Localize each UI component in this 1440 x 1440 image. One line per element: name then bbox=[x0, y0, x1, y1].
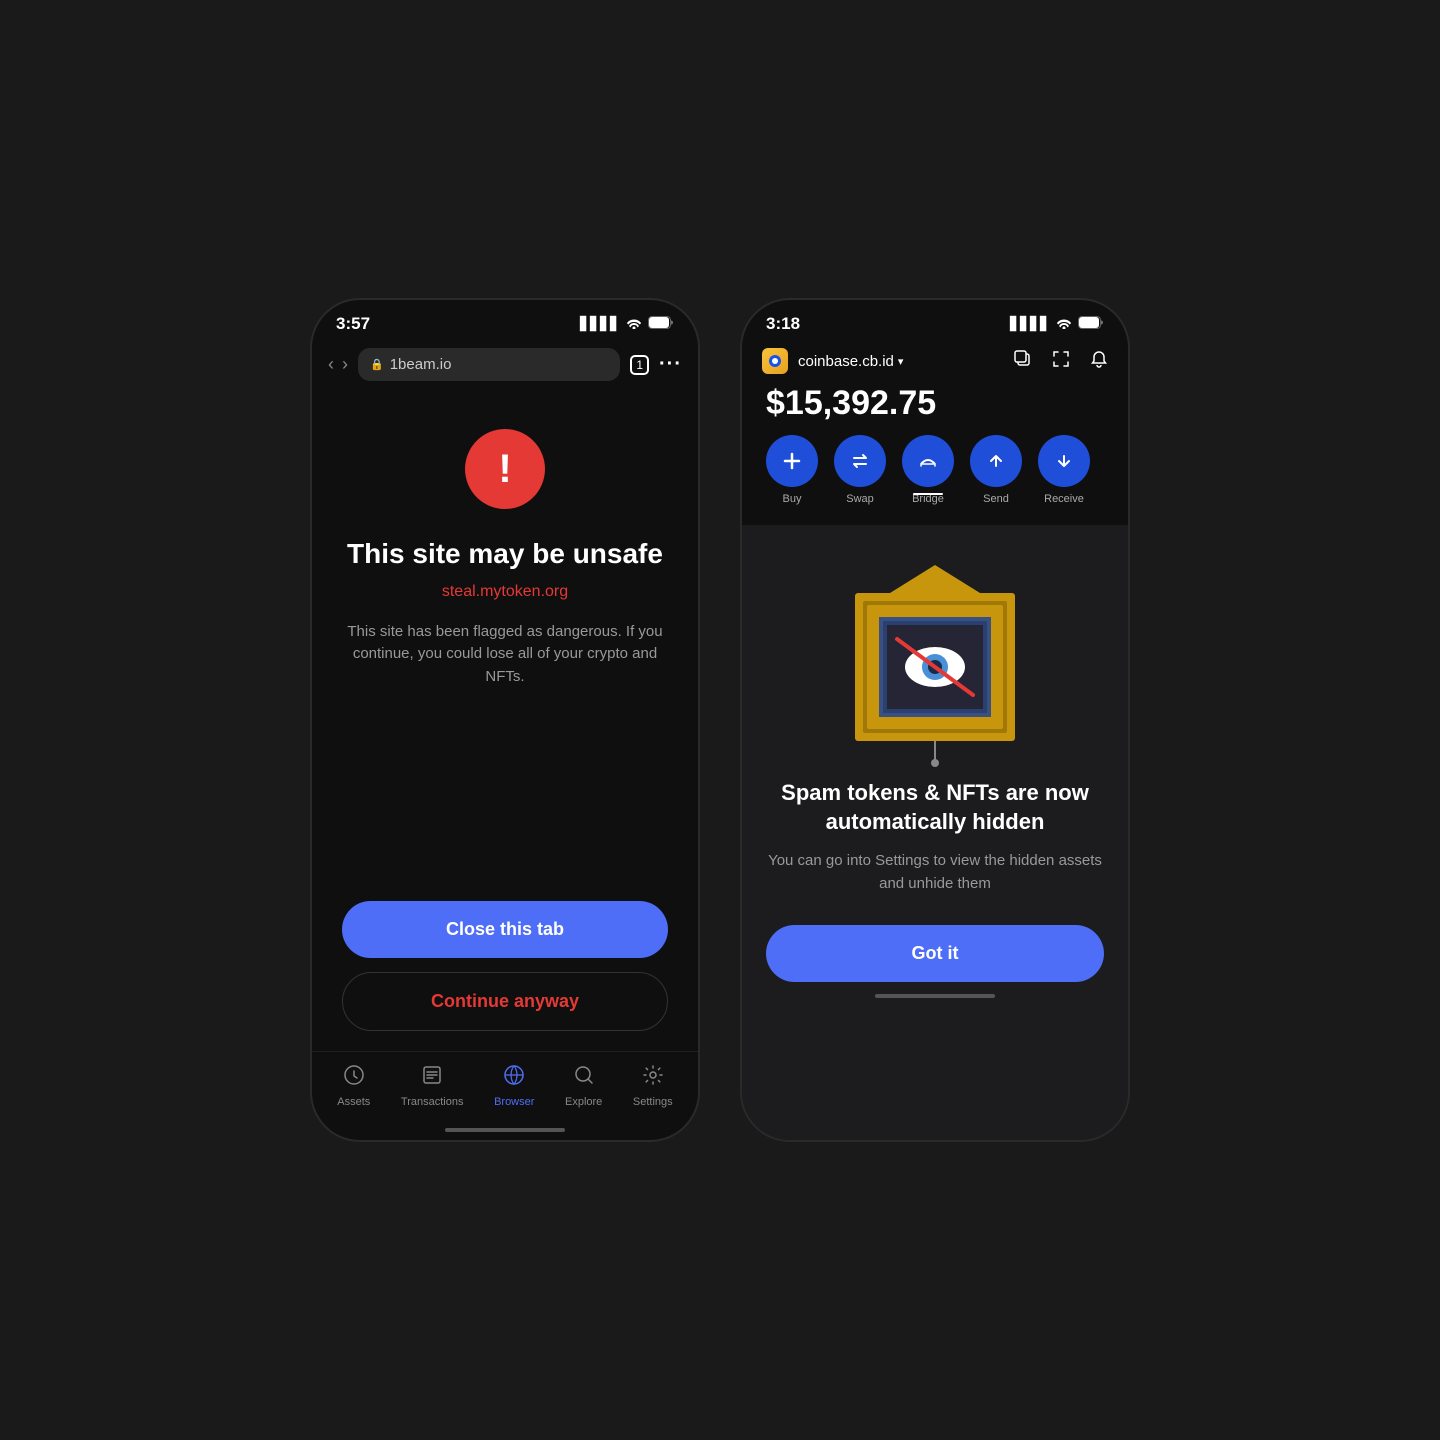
receive-icon bbox=[1038, 435, 1090, 487]
nav-item-transactions[interactable]: Transactions bbox=[401, 1064, 464, 1108]
nav-arrows: ‹ › bbox=[328, 354, 348, 375]
chevron-down-icon: ▾ bbox=[898, 355, 904, 368]
explore-label: Explore bbox=[565, 1096, 602, 1108]
got-it-button[interactable]: Got it bbox=[766, 925, 1104, 982]
home-indicator-2 bbox=[875, 994, 995, 998]
send-label: Send bbox=[983, 493, 1009, 505]
site-info-row: coinbase.cb.id ▾ bbox=[762, 348, 1108, 374]
coinbase-header: coinbase.cb.id ▾ bbox=[742, 340, 1128, 525]
action-buttons-row: Buy Swap Bridge bbox=[762, 435, 1108, 513]
status-time-1: 3:57 bbox=[336, 314, 370, 334]
settings-icon bbox=[642, 1064, 664, 1092]
status-icons-2: ▋▋▋▋ bbox=[1010, 316, 1104, 332]
explore-icon bbox=[573, 1064, 595, 1092]
url-bar[interactable]: 🔒 1beam.io bbox=[358, 348, 620, 381]
swap-icon bbox=[834, 435, 886, 487]
swap-label: Swap bbox=[846, 493, 874, 505]
send-button[interactable]: Send bbox=[970, 435, 1022, 505]
nav-item-settings[interactable]: Settings bbox=[633, 1064, 673, 1108]
lock-icon: 🔒 bbox=[370, 358, 384, 371]
assets-icon bbox=[343, 1064, 365, 1092]
continue-anyway-button[interactable]: Continue anyway bbox=[342, 972, 668, 1031]
url-text: 1beam.io bbox=[390, 356, 452, 373]
swap-button[interactable]: Swap bbox=[834, 435, 886, 505]
more-menu-icon[interactable]: ··· bbox=[659, 353, 682, 376]
spam-illustration bbox=[835, 555, 1035, 755]
receive-button[interactable]: Receive bbox=[1038, 435, 1090, 505]
browser-nav: ‹ › 🔒 1beam.io 1 ··· bbox=[312, 340, 698, 389]
balance-display: $15,392.75 bbox=[762, 384, 1108, 423]
nav-item-browser[interactable]: Browser bbox=[494, 1064, 534, 1108]
nav-item-explore[interactable]: Explore bbox=[565, 1064, 602, 1108]
nav-item-assets[interactable]: Assets bbox=[337, 1064, 370, 1108]
settings-label: Settings bbox=[633, 1096, 673, 1108]
signal-icon: ▋▋▋▋ bbox=[580, 316, 620, 332]
back-arrow[interactable]: ‹ bbox=[328, 354, 334, 375]
phone-2: 3:18 ▋▋▋▋ bbox=[740, 298, 1130, 1142]
home-indicator-1 bbox=[445, 1128, 565, 1132]
battery-icon bbox=[648, 316, 674, 332]
transactions-icon bbox=[421, 1064, 443, 1092]
buy-label: Buy bbox=[783, 493, 802, 505]
buy-button[interactable]: Buy bbox=[766, 435, 818, 505]
modal-description: You can go into Settings to view the hid… bbox=[766, 850, 1104, 895]
status-time-2: 3:18 bbox=[766, 314, 800, 334]
spam-hidden-modal: Spam tokens & NFTs are now automatically… bbox=[742, 525, 1128, 1140]
receive-label: Receive bbox=[1044, 493, 1084, 505]
site-name: coinbase.cb.id ▾ bbox=[798, 353, 903, 370]
bridge-button[interactable]: Bridge bbox=[902, 435, 954, 505]
notification-icon[interactable] bbox=[1090, 350, 1108, 373]
bottom-nav: Assets Transactions Browser bbox=[312, 1051, 698, 1128]
status-icons-1: ▋▋▋▋ bbox=[580, 316, 674, 332]
exclamation-icon: ! bbox=[498, 449, 511, 489]
signal-icon-2: ▋▋▋▋ bbox=[1010, 316, 1050, 332]
status-bar-1: 3:57 ▋▋▋▋ bbox=[312, 300, 698, 340]
danger-icon: ! bbox=[465, 429, 545, 509]
header-actions bbox=[1014, 350, 1108, 373]
bridge-icon bbox=[902, 435, 954, 487]
battery-icon-2 bbox=[1078, 316, 1104, 332]
fullscreen-icon[interactable] bbox=[1052, 350, 1070, 373]
forward-arrow[interactable]: › bbox=[342, 354, 348, 375]
unsafe-url: steal.mytoken.org bbox=[442, 583, 568, 601]
transactions-label: Transactions bbox=[401, 1096, 464, 1108]
unsafe-title: This site may be unsafe bbox=[347, 537, 663, 571]
copy-icon[interactable] bbox=[1014, 350, 1032, 373]
send-icon bbox=[970, 435, 1022, 487]
unsafe-site-content: ! This site may be unsafe steal.mytoken.… bbox=[312, 389, 698, 1051]
phone-1: 3:57 ▋▋▋▋ ‹ › 🔒 1beam.io bbox=[310, 298, 700, 1142]
wifi-icon bbox=[626, 317, 642, 332]
browser-icon bbox=[503, 1064, 525, 1092]
site-favicon bbox=[762, 348, 788, 374]
wifi-icon-2 bbox=[1056, 317, 1072, 332]
buy-icon bbox=[766, 435, 818, 487]
browser-label: Browser bbox=[494, 1096, 534, 1108]
unsafe-description: This site has been flagged as dangerous.… bbox=[342, 621, 668, 689]
tab-count-icon[interactable]: 1 bbox=[630, 355, 649, 375]
assets-label: Assets bbox=[337, 1096, 370, 1108]
status-bar-2: 3:18 ▋▋▋▋ bbox=[742, 300, 1128, 340]
modal-title: Spam tokens & NFTs are now automatically… bbox=[766, 779, 1104, 836]
close-tab-button[interactable]: Close this tab bbox=[342, 901, 668, 958]
